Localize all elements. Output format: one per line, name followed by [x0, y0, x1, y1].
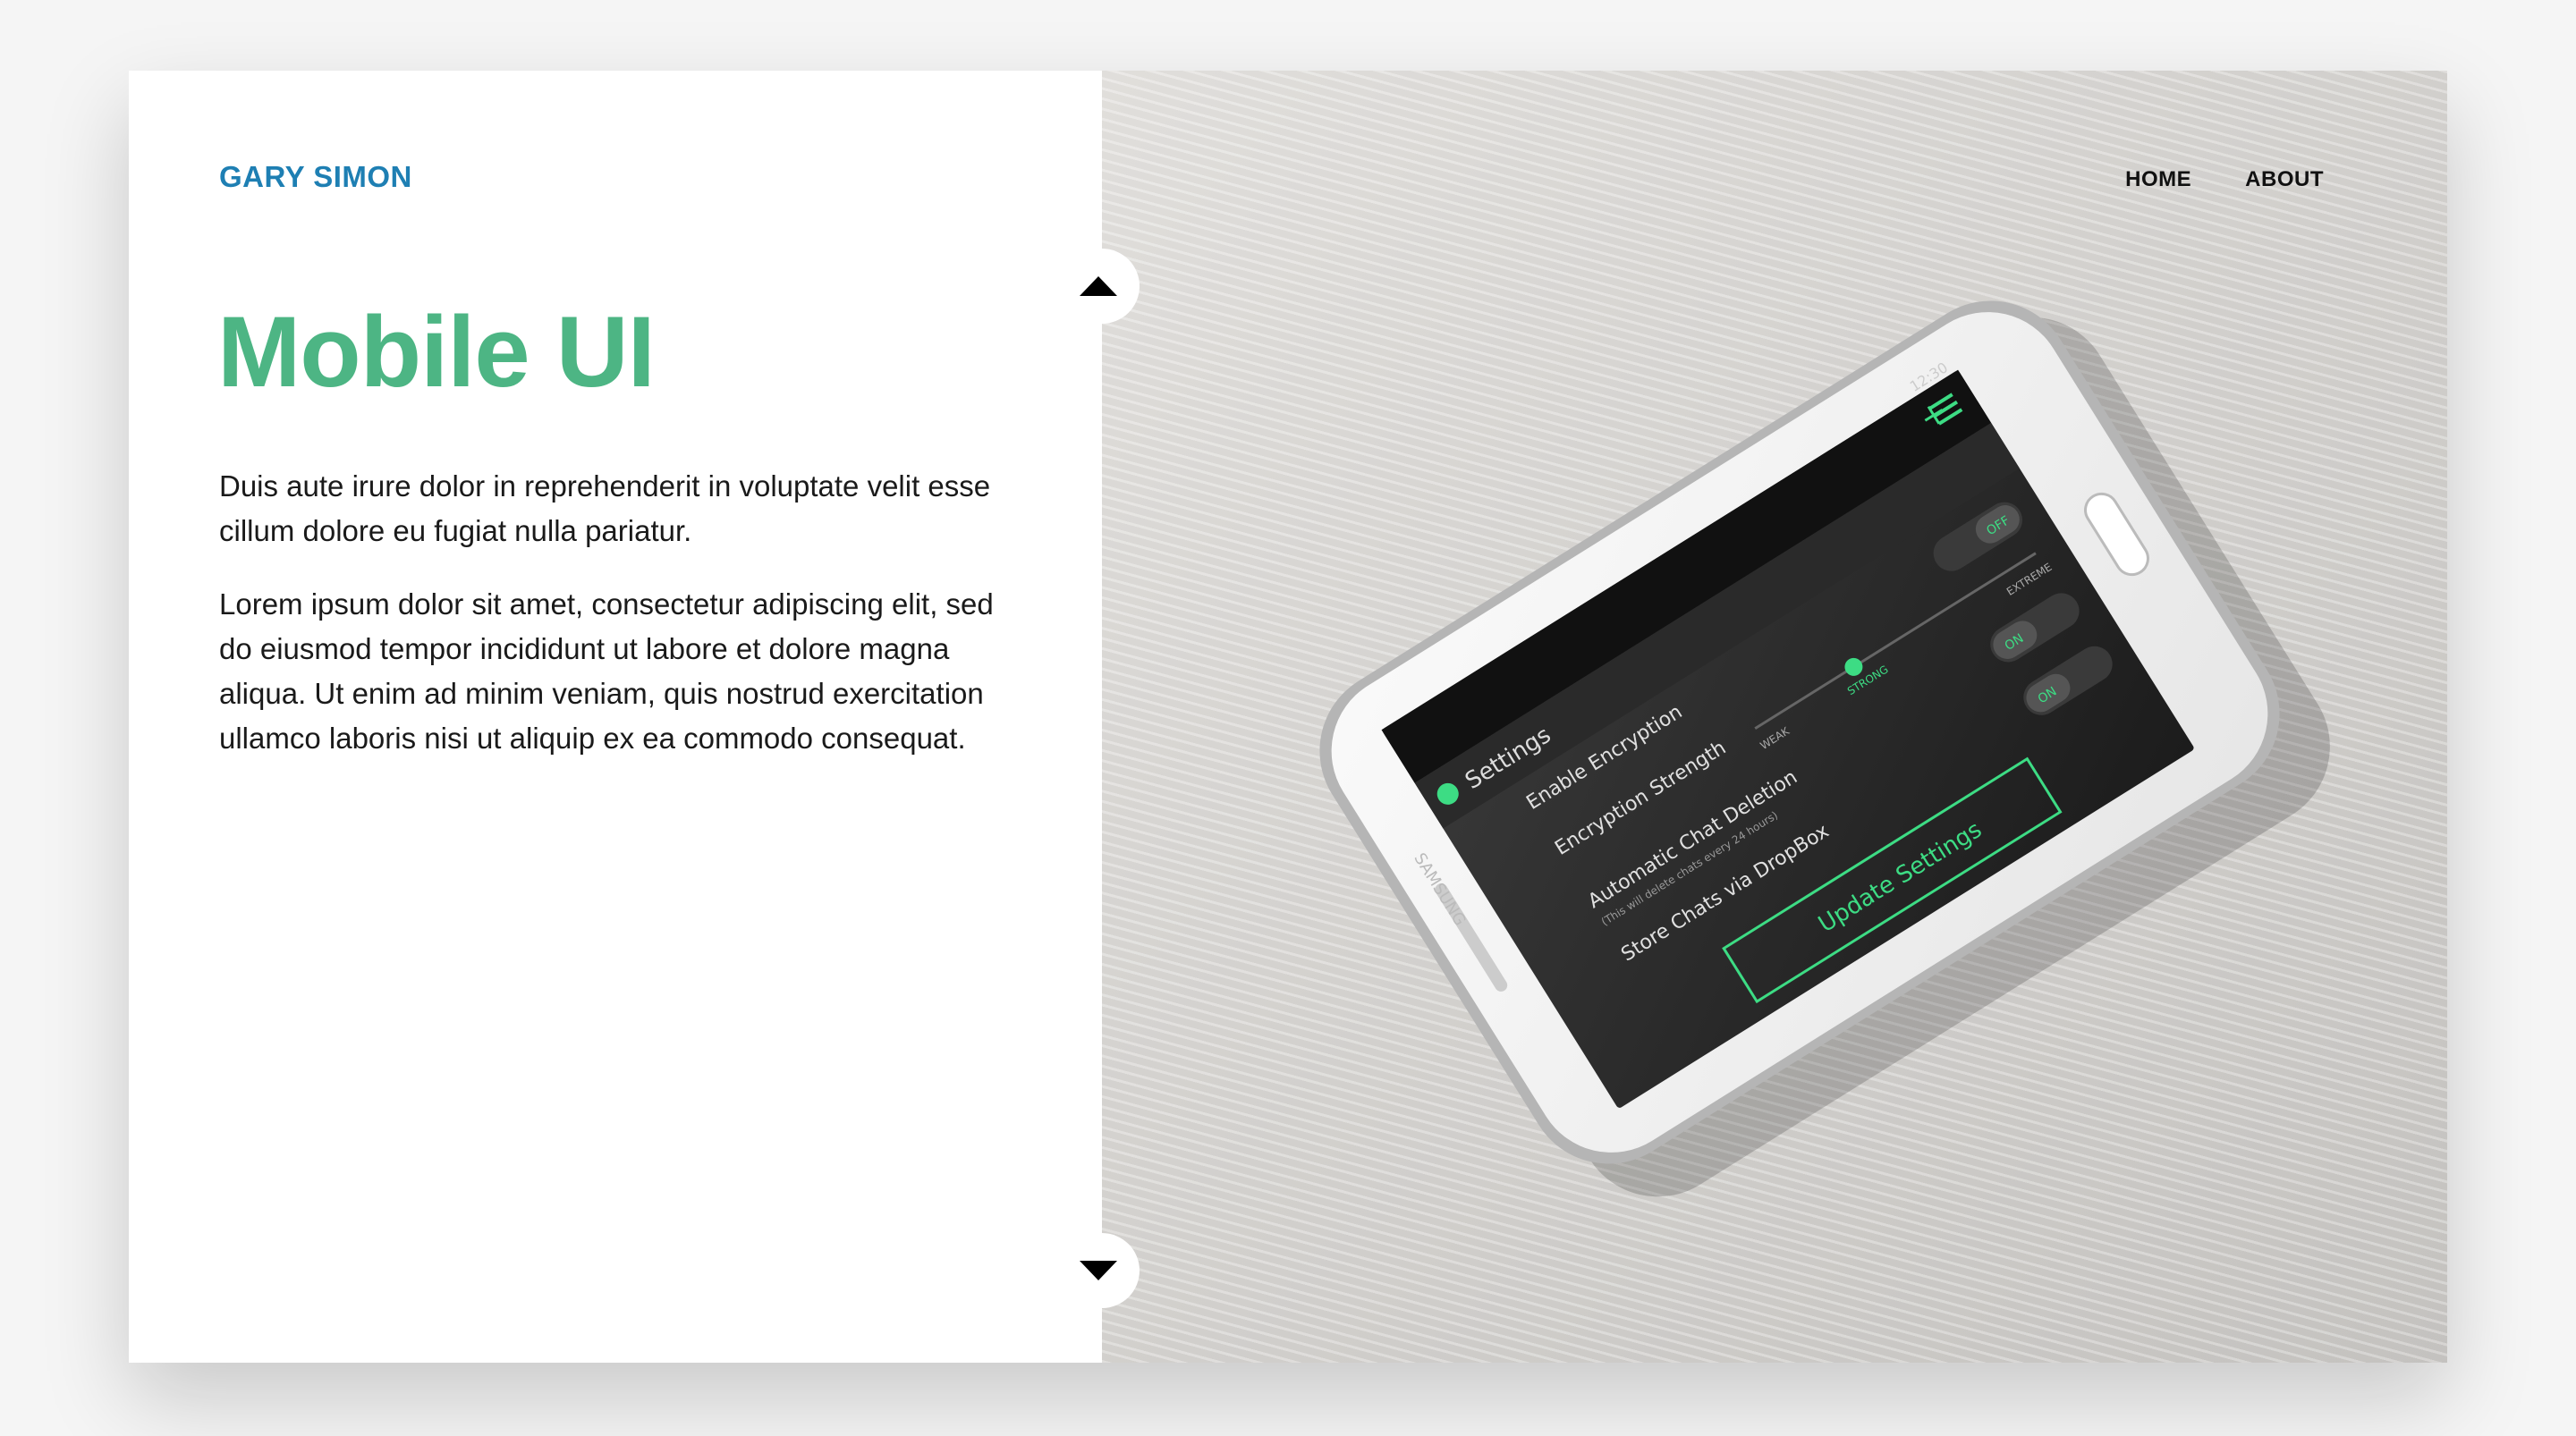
content-card: GARY SIMON Mobile UI Duis aute irure dol…: [129, 71, 2447, 1363]
triangle-up-icon: [1080, 276, 1117, 296]
text-panel: GARY SIMON Mobile UI Duis aute irure dol…: [129, 71, 1102, 1363]
nav-about-link[interactable]: ABOUT: [2245, 167, 2324, 192]
body-paragraph: Lorem ipsum dolor sit amet, consectetur …: [219, 587, 994, 755]
hero-image: Settings + 12:30 Enable Encryption Encry…: [1102, 71, 2447, 1363]
top-nav: HOME ABOUT: [2125, 167, 2324, 192]
brand-logo[interactable]: GARY SIMON: [219, 160, 412, 194]
scroll-up-button[interactable]: [1064, 249, 1140, 324]
triangle-down-icon: [1080, 1261, 1117, 1280]
intro-paragraph: Duis aute irure dolor in reprehenderit i…: [219, 469, 991, 547]
scroll-down-button[interactable]: [1064, 1233, 1140, 1308]
page-title: Mobile UI: [217, 296, 656, 408]
nav-home-link[interactable]: HOME: [2125, 167, 2191, 192]
phone-illustration: Settings + 12:30 Enable Encryption Encry…: [1319, 300, 2330, 1197]
